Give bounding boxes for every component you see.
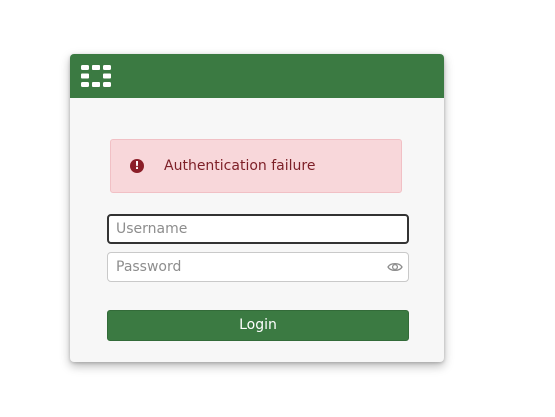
exclamation-circle-icon: !	[130, 159, 144, 173]
card-header	[70, 54, 444, 98]
username-input[interactable]	[107, 214, 409, 244]
error-alert: ! Authentication failure	[110, 139, 402, 193]
password-input[interactable]	[107, 252, 409, 282]
login-button[interactable]: Login	[107, 310, 409, 341]
error-message: Authentication failure	[164, 158, 316, 174]
eye-icon[interactable]	[387, 260, 403, 274]
login-card: ! Authentication failure Login	[70, 54, 444, 362]
fortinet-logo-icon	[81, 65, 111, 87]
